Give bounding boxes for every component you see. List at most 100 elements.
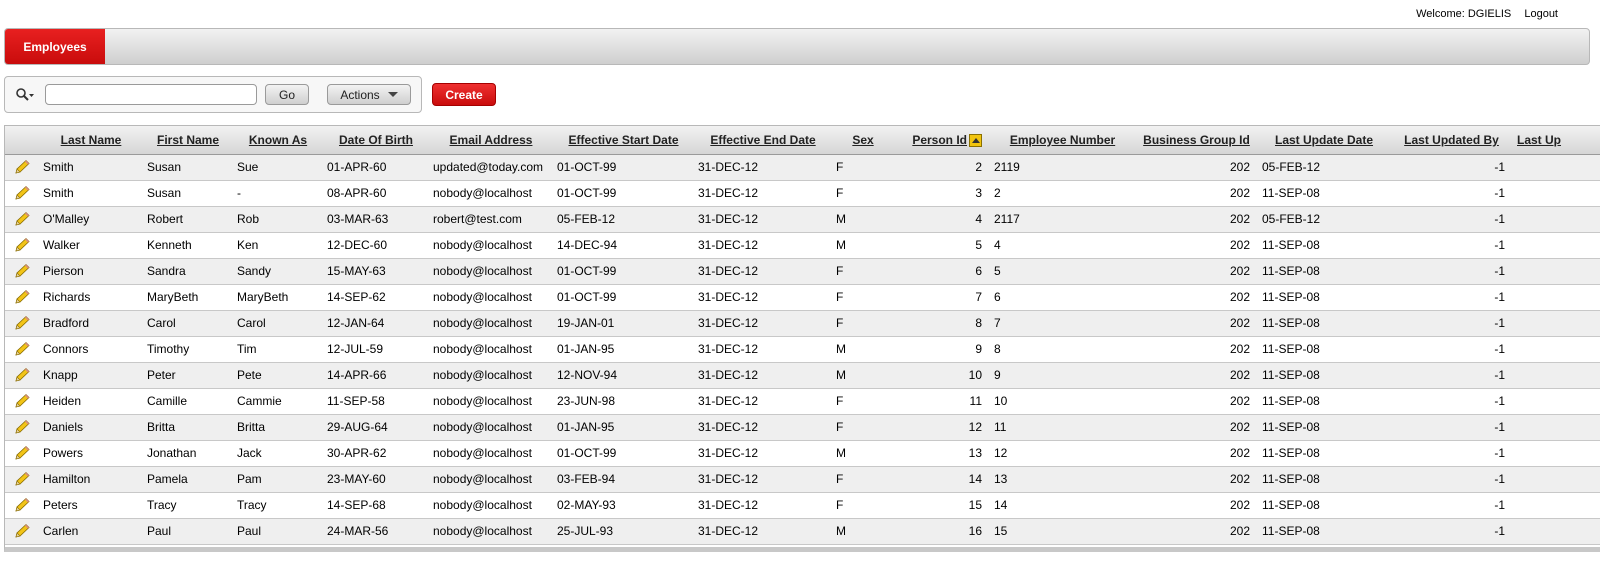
table-cell: 14-APR-66 xyxy=(327,368,387,382)
table-cell xyxy=(1513,154,1600,180)
pencil-icon[interactable] xyxy=(13,471,31,487)
table-cell: 11-SEP-08 xyxy=(1262,238,1320,252)
column-header[interactable]: Last Update Date xyxy=(1258,126,1390,155)
pencil-icon[interactable] xyxy=(13,159,31,175)
table-cell: 01-OCT-99 xyxy=(557,264,617,278)
tab-employees[interactable]: Employees xyxy=(5,29,105,64)
table-cell: robert@test.com xyxy=(433,212,522,226)
column-header[interactable]: Effective End Date xyxy=(694,126,832,155)
pencil-icon[interactable] xyxy=(13,185,31,201)
pencil-icon[interactable] xyxy=(13,237,31,253)
pencil-icon[interactable] xyxy=(13,263,31,279)
table-cell: 4 xyxy=(994,238,1001,252)
table-cell: 202 xyxy=(1229,238,1250,252)
table-cell: 19-JAN-01 xyxy=(557,316,615,330)
table-cell: 25-JUL-93 xyxy=(557,524,614,538)
table-cell: 15 xyxy=(994,524,1008,538)
table-header-row: Last Name First Name Known As Date Of Bi… xyxy=(5,126,1600,155)
table-cell: 31-DEC-12 xyxy=(698,498,759,512)
table-cell: Camille xyxy=(147,394,188,408)
pencil-icon[interactable] xyxy=(13,367,31,383)
sort-ascending-icon[interactable] xyxy=(969,133,982,147)
table-row: Connors Timothy Tim 12-JUL-59 nobody@localho… xyxy=(5,336,1600,362)
welcome-text: Welcome: DGIELIS xyxy=(1416,8,1512,20)
table-cell: O'Malley xyxy=(43,212,90,226)
table-cell: Carol xyxy=(237,316,266,330)
table-cell: nobody@localhost xyxy=(433,498,532,512)
table-cell: Pete xyxy=(237,368,262,382)
table-cell: Susan xyxy=(147,186,182,200)
table-cell: 11-SEP-08 xyxy=(1262,264,1320,278)
table-cell: M xyxy=(836,238,846,252)
column-header[interactable]: Sex xyxy=(832,126,894,155)
pencil-icon[interactable] xyxy=(13,211,31,227)
table-cell: nobody@localhost xyxy=(433,524,532,538)
pencil-icon[interactable] xyxy=(13,497,31,513)
table-cell: 8 xyxy=(975,316,982,330)
pencil-icon[interactable] xyxy=(13,393,31,409)
table-row: Smith Susan Sue 01-APR-60 updated@today.com 0… xyxy=(5,154,1600,180)
table-cell: F xyxy=(836,160,844,174)
pencil-icon[interactable] xyxy=(13,445,31,461)
column-header[interactable]: Employee Number xyxy=(990,126,1135,155)
logout-link[interactable]: Logout xyxy=(1524,8,1558,20)
column-header[interactable]: Effective Start Date xyxy=(553,126,694,155)
column-header[interactable]: First Name xyxy=(143,126,233,155)
employees-report: Last Name First Name Known As Date Of Bi… xyxy=(4,125,1600,552)
column-header[interactable]: Last Up xyxy=(1513,126,1600,155)
table-cell: 6 xyxy=(975,264,982,278)
pencil-icon[interactable] xyxy=(13,315,31,331)
table-cell: 202 xyxy=(1229,394,1250,408)
column-header[interactable]: Last Updated By xyxy=(1390,126,1513,155)
table-cell: 12 xyxy=(968,420,982,434)
column-header[interactable]: Known As xyxy=(233,126,323,155)
column-header-person-id[interactable]: Person Id xyxy=(894,126,990,155)
table-cell: 11-SEP-08 xyxy=(1262,316,1320,330)
table-cell: 12 xyxy=(994,446,1008,460)
table-cell: F xyxy=(836,472,844,486)
table-cell: F xyxy=(836,290,844,304)
table-cell: 202 xyxy=(1229,186,1250,200)
table-cell: 14 xyxy=(968,472,982,486)
table-cell: 31-DEC-12 xyxy=(698,342,759,356)
top-bar: Welcome: DGIELIS Logout xyxy=(1406,8,1558,20)
table-cell: 31-DEC-12 xyxy=(698,212,759,226)
table-cell: Tracy xyxy=(147,498,177,512)
table-cell: 14-DEC-94 xyxy=(557,238,618,252)
pencil-icon[interactable] xyxy=(13,341,31,357)
search-input[interactable] xyxy=(45,84,257,105)
table-cell: Pierson xyxy=(43,264,84,278)
edit-cell xyxy=(5,284,39,310)
table-cell: Bradford xyxy=(43,316,90,330)
pencil-icon[interactable] xyxy=(13,289,31,305)
column-header[interactable]: Last Name xyxy=(39,126,143,155)
table-cell xyxy=(1513,440,1600,466)
table-cell: 12-JUL-59 xyxy=(327,342,384,356)
go-button[interactable]: Go xyxy=(265,84,309,105)
table-cell: 13 xyxy=(968,446,982,460)
table-cell: 2119 xyxy=(994,160,1020,174)
edit-cell xyxy=(5,180,39,206)
table-cell: Rob xyxy=(237,212,260,226)
table-cell: -1 xyxy=(1494,290,1505,304)
table-cell: 02-MAY-93 xyxy=(557,498,616,512)
table-cell: Sue xyxy=(237,160,259,174)
create-button[interactable]: Create xyxy=(432,83,496,106)
table-cell: 8 xyxy=(994,342,1001,356)
column-header[interactable]: Date Of Birth xyxy=(323,126,429,155)
actions-button[interactable]: Actions xyxy=(327,84,411,105)
table-cell: Pam xyxy=(237,472,262,486)
table-cell: 202 xyxy=(1229,264,1250,278)
pencil-icon[interactable] xyxy=(13,419,31,435)
edit-cell xyxy=(5,466,39,492)
pencil-icon[interactable] xyxy=(13,523,31,539)
table-cell: 11-SEP-08 xyxy=(1262,290,1320,304)
table-cell: nobody@localhost xyxy=(433,316,532,330)
table-row: Smith Susan - 08-APR-60 nobody@localhost 01-O… xyxy=(5,180,1600,206)
table-cell xyxy=(1513,284,1600,310)
table-cell: -1 xyxy=(1494,212,1505,226)
column-header[interactable]: Email Address xyxy=(429,126,553,155)
column-header[interactable]: Business Group Id xyxy=(1135,126,1258,155)
search-icon[interactable] xyxy=(15,87,35,103)
table-cell xyxy=(1513,466,1600,492)
